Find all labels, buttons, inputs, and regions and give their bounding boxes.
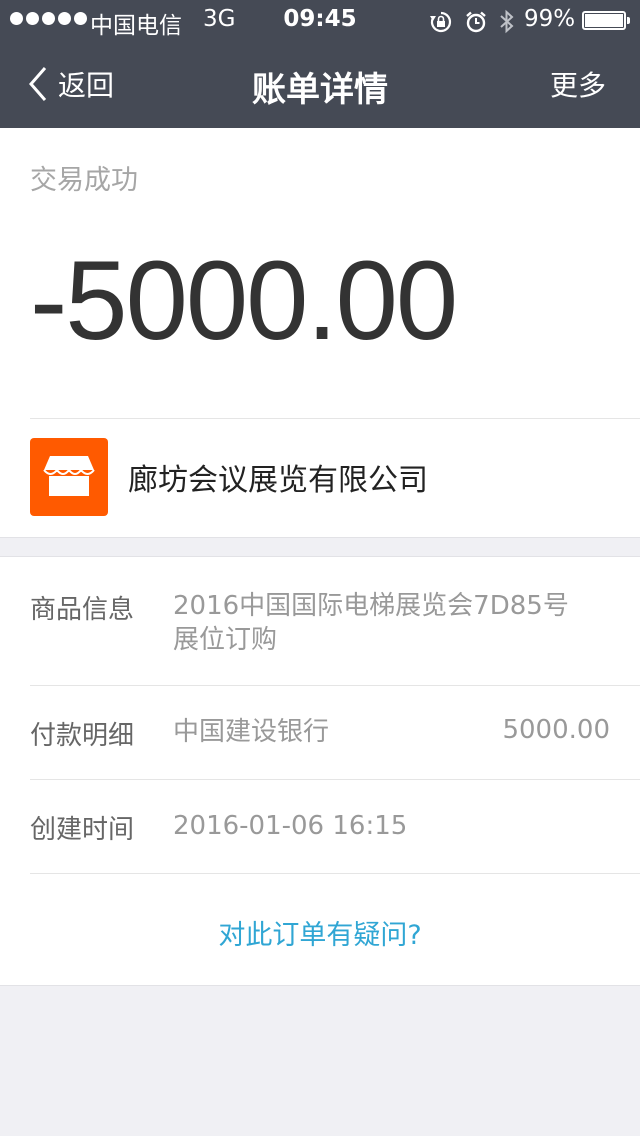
bluetooth-icon <box>500 9 514 34</box>
payment-amount: 5000.00 <box>502 715 610 745</box>
divider <box>30 418 640 419</box>
transaction-details: 商品信息 2016中国国际电梯展览会7D85号 展位订购 付款明细 中国建设银行… <box>0 556 640 986</box>
merchant-row[interactable]: 廊坊会议展览有限公司 <box>30 438 428 516</box>
alarm-icon <box>466 11 486 33</box>
order-question-link[interactable]: 对此订单有疑问? <box>0 913 640 952</box>
created-time-label: 创建时间 <box>30 815 135 845</box>
product-info-line-1: 2016中国国际电梯展览会7D85号 <box>173 591 569 621</box>
divider <box>30 873 640 874</box>
status-icons <box>428 9 516 35</box>
header: 中国电信 3G 09:45 99% 返回 账单详情 更多 <box>0 0 640 128</box>
payment-detail-label: 付款明细 <box>30 721 135 751</box>
transaction-status: 交易成功 <box>30 165 138 196</box>
merchant-name: 廊坊会议展览有限公司 <box>128 463 428 498</box>
battery-level <box>585 14 623 27</box>
created-time-value: 2016-01-06 16:15 <box>173 811 408 841</box>
transaction-amount: -5000.00 <box>30 238 458 363</box>
shop-icon <box>30 438 108 516</box>
status-bar: 中国电信 3G 09:45 99% <box>0 0 640 40</box>
divider <box>30 685 640 686</box>
payment-method: 中国建设银行 <box>173 717 330 747</box>
battery-icon <box>582 11 630 30</box>
divider <box>30 779 640 780</box>
rotation-lock-icon <box>430 11 452 33</box>
battery-percent: 99% <box>524 6 576 32</box>
product-info-value: 2016中国国际电梯展览会7D85号 展位订购 <box>173 589 569 657</box>
transaction-summary: 交易成功 -5000.00 廊坊会议展览有限公司 <box>0 128 640 538</box>
page-title: 账单详情 <box>252 70 388 110</box>
more-button[interactable]: 更多 <box>550 64 606 104</box>
nav-bar: 返回 账单详情 更多 <box>0 40 640 128</box>
product-info-label: 商品信息 <box>30 595 135 625</box>
product-info-line-2: 展位订购 <box>173 625 278 655</box>
